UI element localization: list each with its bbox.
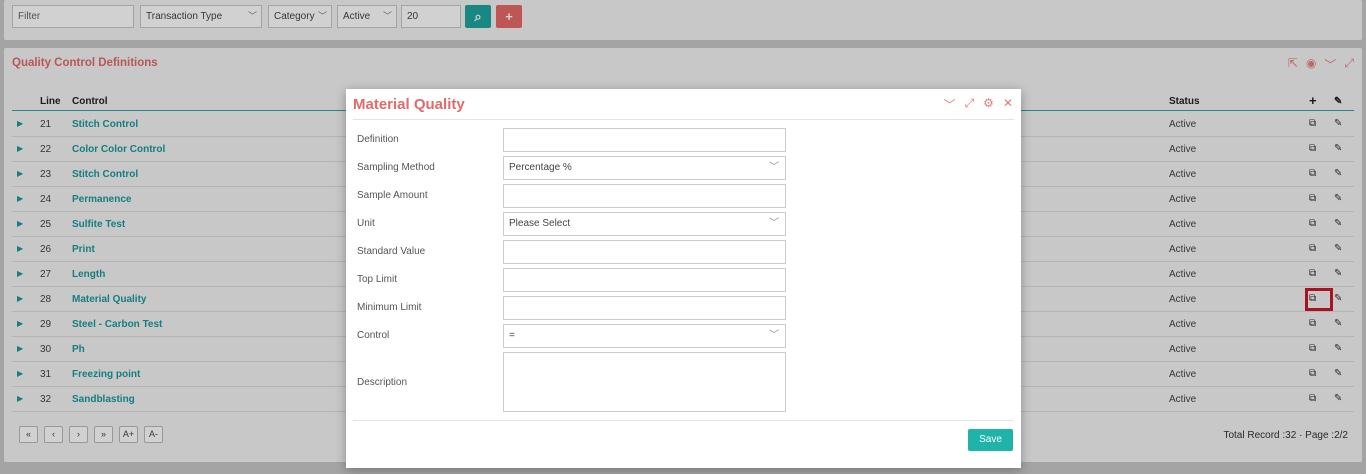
sample-amount-row: Sample Amount: [357, 184, 787, 208]
unit-label: Unit: [357, 218, 375, 229]
top-limit-field[interactable]: [503, 268, 786, 292]
top-limit-row: Top Limit: [357, 268, 787, 292]
chevron-down-icon[interactable]: ﹀: [944, 96, 956, 113]
top-limit-label: Top Limit: [357, 274, 398, 285]
divider: [353, 420, 1014, 421]
standard-value-row: Standard Value: [357, 240, 787, 264]
close-icon[interactable]: ✕: [1003, 96, 1013, 113]
chevron-down-icon: ﹀: [769, 218, 779, 229]
sampling-method-label: Sampling Method: [357, 162, 435, 173]
sampling-method-select[interactable]: Percentage % ﹀: [503, 156, 786, 180]
definition-field[interactable]: [503, 128, 786, 152]
unit-row: Unit Please Select ﹀: [357, 212, 787, 236]
control-label: Control: [357, 330, 390, 341]
standard-value-field[interactable]: [503, 240, 786, 264]
chevron-down-icon: ﹀: [769, 162, 779, 173]
sampling-method-row: Sampling Method Percentage % ﹀: [357, 156, 787, 180]
control-value: =: [509, 330, 515, 341]
description-row: Description: [357, 352, 787, 412]
sample-amount-field[interactable]: [503, 184, 786, 208]
unit-select[interactable]: Please Select ﹀: [503, 212, 786, 236]
minimum-limit-field[interactable]: [503, 296, 786, 320]
definition-row: Definition: [357, 128, 787, 152]
standard-value-label: Standard Value: [357, 246, 426, 257]
sample-amount-label: Sample Amount: [357, 190, 428, 201]
description-label: Description: [357, 377, 408, 388]
unit-value: Please Select: [509, 218, 571, 229]
description-textarea[interactable]: [503, 352, 786, 412]
divider: [353, 119, 1014, 120]
save-button[interactable]: Save: [968, 429, 1013, 451]
sampling-method-value: Percentage %: [509, 162, 572, 173]
material-quality-dialog: Material Quality ﹀ ⤢ ⚙ ✕ Definition Samp…: [346, 89, 1021, 468]
definition-label: Definition: [357, 134, 399, 145]
control-row: Control = ﹀: [357, 324, 787, 348]
dialog-title: Material Quality: [353, 96, 465, 113]
minimum-limit-label: Minimum Limit: [357, 302, 422, 313]
expand-icon[interactable]: ⤢: [965, 96, 975, 113]
minimum-limit-row: Minimum Limit: [357, 296, 787, 320]
dialog-tools: ﹀ ⤢ ⚙ ✕: [944, 96, 1013, 113]
gear-icon[interactable]: ⚙: [983, 96, 994, 113]
chevron-down-icon: ﹀: [769, 330, 779, 341]
control-select[interactable]: = ﹀: [503, 324, 786, 348]
